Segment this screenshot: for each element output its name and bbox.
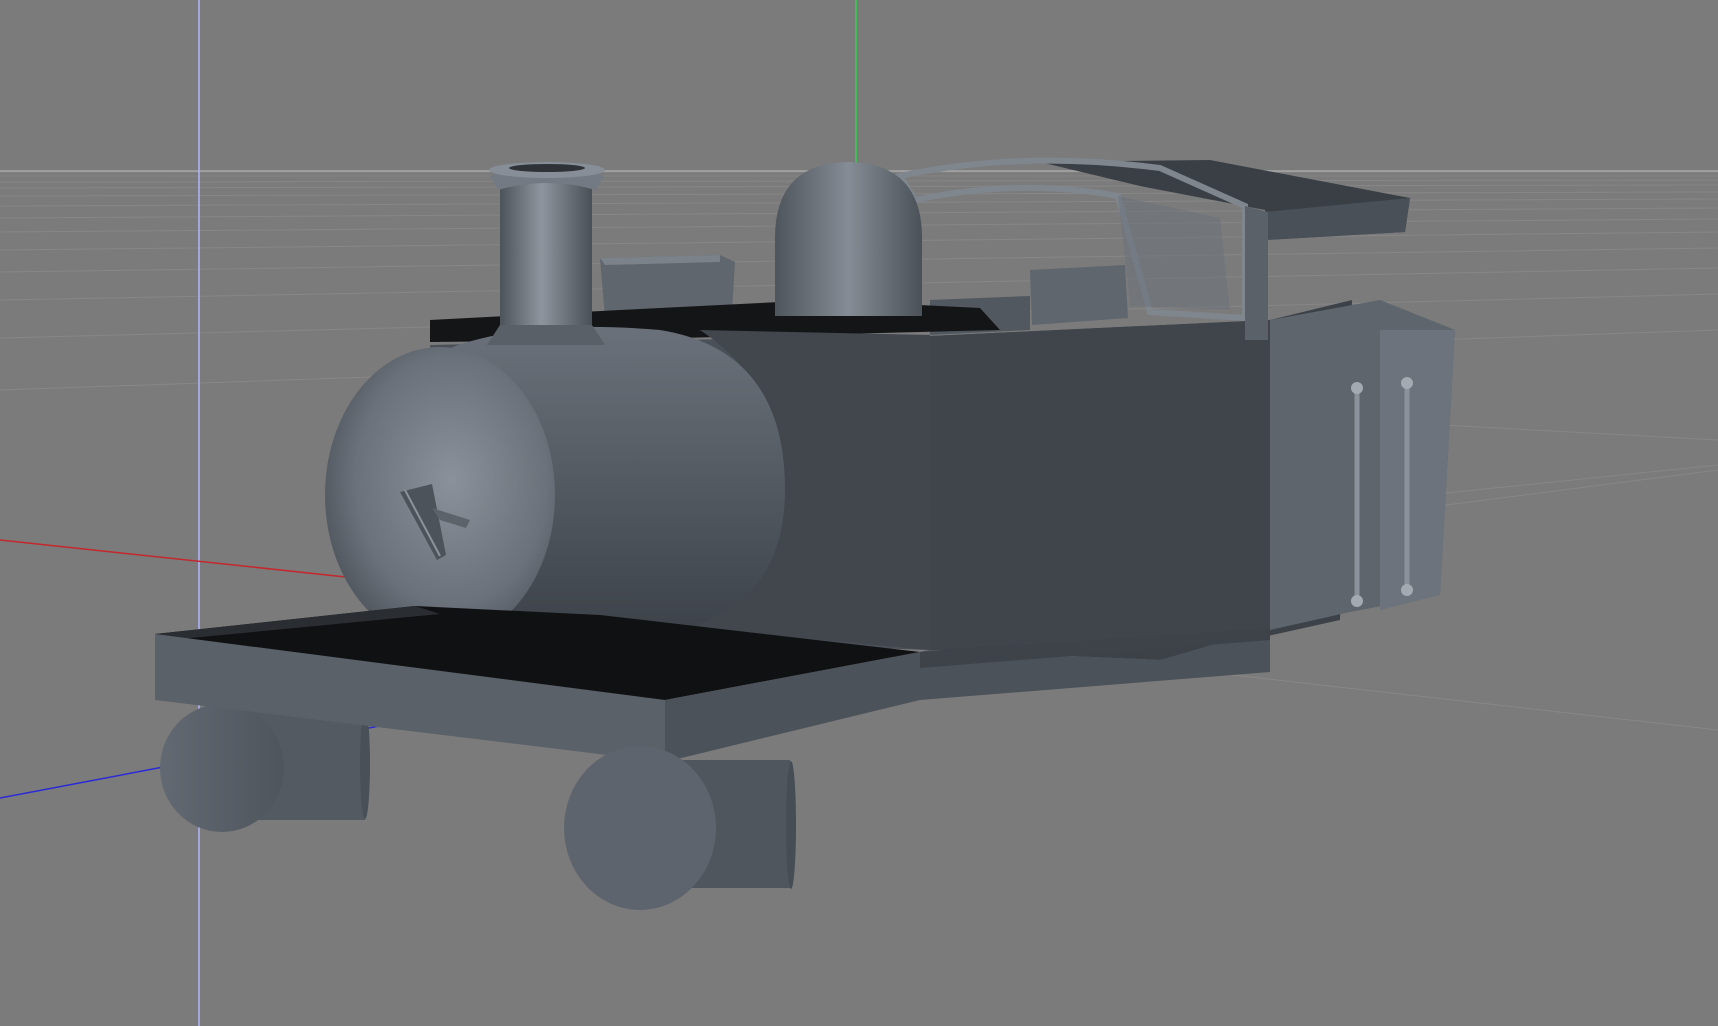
locomotive-model[interactable] [155,157,1455,910]
cab-side-post [1245,206,1268,340]
x-axis [0,539,356,579]
handrail-knob-icon [1401,584,1413,596]
3d-viewport[interactable] [0,0,1718,1026]
front-wheel[interactable] [564,746,796,910]
handrail-knob-icon [1351,595,1363,607]
steam-dome[interactable] [775,162,922,316]
rear-wheel[interactable] [160,704,370,832]
smokebox[interactable] [325,326,785,643]
handrail-knob-icon [1401,377,1413,389]
viewport-canvas[interactable] [0,0,1718,1026]
handrail-knob-icon [1351,382,1363,394]
chimney[interactable] [487,162,605,345]
side-tank[interactable] [930,300,1455,660]
cab-window-glass [1118,196,1230,310]
